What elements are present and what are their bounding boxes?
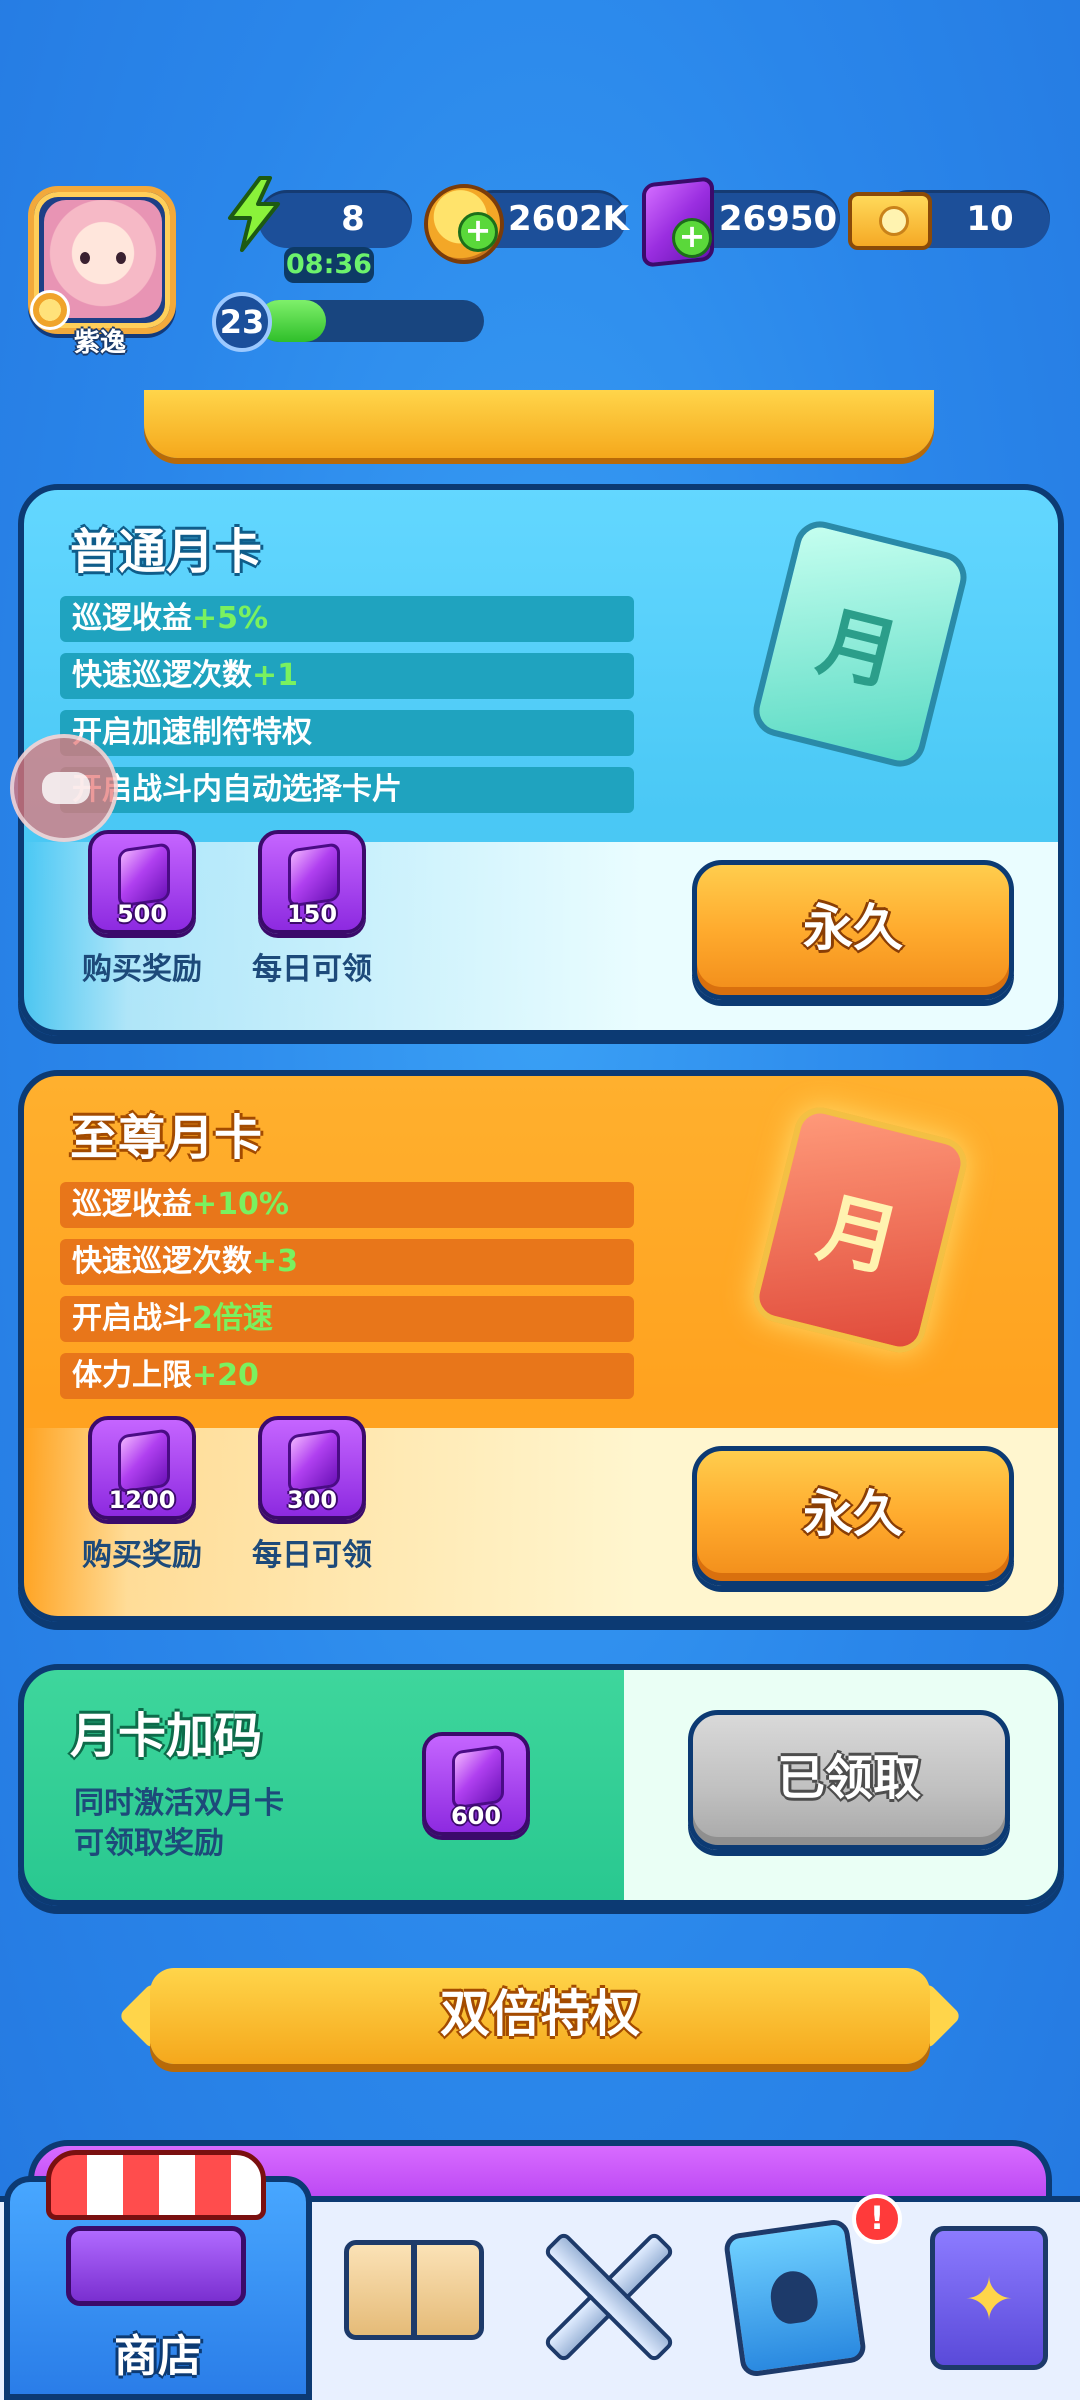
- purchase-reward-gem: 1200: [88, 1416, 196, 1520]
- perk-highlight: +10%: [192, 1187, 289, 1222]
- nav-shop-label: 商店: [114, 2331, 202, 2382]
- spellbook-icon: [930, 2226, 1048, 2370]
- bonus-desc-line1: 同时激活双月卡: [74, 1786, 284, 1821]
- cards-icon: [722, 2217, 868, 2379]
- month-card-icon: 月: [748, 515, 972, 773]
- supreme-monthly-card: 至尊月卡 巡逻收益+10% 快速巡逻次数+3 开启战斗2倍速 体力上限+20 月…: [18, 1070, 1064, 1622]
- reward-qty: 600: [450, 1802, 502, 1830]
- reward-qty: 150: [286, 900, 338, 928]
- shop-icon: [46, 2150, 266, 2320]
- player-name: 紫逸: [73, 328, 126, 358]
- crossed-swords-icon: [528, 2218, 678, 2368]
- book-icon: [344, 2240, 484, 2340]
- month-card-icon: 月: [748, 1101, 972, 1359]
- ticket-icon: [848, 192, 932, 250]
- perk-row: 开启加速制符特权: [60, 710, 634, 756]
- shop-chest: [66, 2226, 246, 2306]
- daily-reward-label: 每日可领: [252, 1538, 372, 1573]
- double-privilege-header: 双倍特权: [150, 1968, 930, 2064]
- normal-card-permanent-button[interactable]: 永久: [692, 860, 1014, 1000]
- perk-text: 开启加速制符特权: [72, 715, 312, 750]
- gem-icon: [288, 842, 340, 908]
- perk-text: 体力上限: [72, 1358, 192, 1393]
- purchase-reward-label: 购买奖励: [82, 952, 202, 987]
- perk-highlight: +3: [252, 1244, 299, 1279]
- add-coins-button[interactable]: +: [458, 212, 498, 252]
- perk-text: 快速巡逻次数: [72, 658, 252, 693]
- add-gems-button[interactable]: +: [672, 218, 712, 258]
- daily-reward-gem: 300: [258, 1416, 366, 1520]
- gem-icon: [118, 842, 170, 908]
- perk-text: 巡逻收益: [72, 601, 192, 636]
- card-title: 至尊月卡: [70, 1110, 263, 1166]
- bonus-desc-line2: 可领取奖励: [74, 1826, 224, 1861]
- perk-highlight: 2倍速: [192, 1301, 273, 1336]
- section-ribbon: [144, 390, 934, 458]
- reward-qty: 300: [286, 1486, 338, 1514]
- shop-awning: [46, 2150, 266, 2220]
- perk-highlight: +20: [192, 1358, 259, 1393]
- card-title: 普通月卡: [70, 524, 263, 580]
- perk-row: 体力上限+20: [60, 1353, 634, 1399]
- avatar-eyes: [76, 252, 130, 266]
- floating-assist-button[interactable]: [10, 734, 118, 842]
- perk-text: 快速巡逻次数: [72, 1244, 252, 1279]
- reward-qty: 500: [116, 900, 168, 928]
- purchase-reward-gem: 500: [88, 830, 196, 934]
- perk-row: 快速巡逻次数+1: [60, 653, 634, 699]
- perk-highlight: +1: [252, 658, 299, 693]
- perk-highlight: +5%: [192, 601, 269, 636]
- perk-row: 巡逻收益+10%: [60, 1182, 634, 1228]
- perk-text: 开启战斗内自动选择卡片: [72, 772, 402, 807]
- reward-qty: 1200: [108, 1486, 176, 1514]
- bonus-claimed-button[interactable]: 已领取: [688, 1710, 1010, 1850]
- perk-text: 开启战斗: [72, 1301, 192, 1336]
- perk-row: 快速巡逻次数+3: [60, 1239, 634, 1285]
- perk-row: 开启战斗内自动选择卡片: [60, 767, 634, 813]
- daily-reward-gem: 150: [258, 830, 366, 934]
- gem-icon: [118, 1428, 170, 1494]
- bonus-reward-gem: 600: [422, 1732, 530, 1836]
- card-title: 月卡加码: [70, 1708, 263, 1764]
- normal-monthly-card: 普通月卡 巡逻收益+5% 快速巡逻次数+1 开启加速制符特权 开启战斗内自动选择…: [18, 484, 1064, 1036]
- perk-row: 开启战斗2倍速: [60, 1296, 634, 1342]
- monthly-card-bonus: 月卡加码 同时激活双月卡 可领取奖励 600 已领取: [18, 1664, 1064, 1906]
- perk-row: 巡逻收益+5%: [60, 596, 634, 642]
- gem-icon: [452, 1744, 504, 1810]
- perk-text: 巡逻收益: [72, 1187, 192, 1222]
- lightning-icon: [228, 176, 280, 252]
- player-level: 23: [212, 292, 272, 352]
- energy-timer: 08:36: [284, 247, 374, 283]
- gem-icon: [288, 1428, 340, 1494]
- supreme-card-permanent-button[interactable]: 永久: [692, 1446, 1014, 1586]
- daily-reward-label: 每日可领: [252, 952, 372, 987]
- section-title: 双倍特权: [440, 1985, 640, 2043]
- purchase-reward-label: 购买奖励: [82, 1538, 202, 1573]
